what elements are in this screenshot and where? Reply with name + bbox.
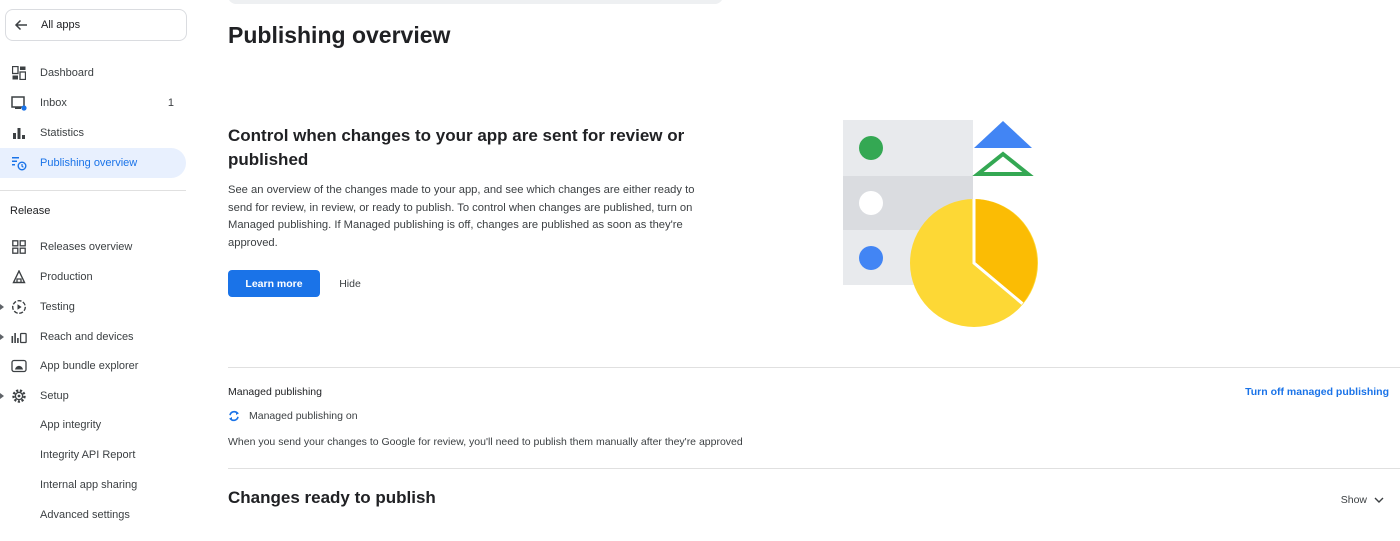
sidebar-item-label: App bundle explorer (40, 360, 139, 372)
sidebar-item-label: Publishing overview (40, 157, 138, 169)
sidebar-item-label: Statistics (40, 127, 85, 139)
sidebar-item-label: Reach and devices (40, 331, 134, 343)
sidebar-item-app-bundle-explorer[interactable]: App bundle explorer (0, 351, 186, 381)
sidebar-item-label: Setup (40, 390, 69, 402)
changes-ready-title: Changes ready to publish (228, 488, 436, 507)
statistics-icon (11, 125, 27, 141)
sidebar-subitem-internal-app-sharing[interactable]: Internal app sharing (40, 479, 137, 491)
managed-publishing-description: When you send your changes to Google for… (228, 436, 743, 448)
reach-devices-icon (11, 329, 27, 345)
hero-title: Control when changes to your app are sen… (228, 126, 685, 169)
chevron-down-icon (1374, 497, 1384, 503)
managed-publishing-status: Managed publishing on (228, 410, 358, 422)
sidebar-item-publishing-overview[interactable]: Publishing overview (0, 148, 186, 178)
sidebar: All apps Dashboard Inbox 1 Statistics Pu… (0, 0, 195, 541)
publishing-overview-icon (11, 155, 27, 171)
show-label: Show (1340, 494, 1367, 506)
expand-caret-icon (0, 334, 4, 340)
sidebar-item-label: Dashboard (40, 67, 94, 79)
testing-icon (11, 299, 27, 315)
sidebar-item-releases-overview[interactable]: Releases overview (0, 232, 186, 262)
hero-description: See an overview of the changes made to y… (228, 184, 695, 249)
learn-more-button[interactable]: Learn more (228, 270, 320, 297)
collapse-caret-icon (0, 393, 4, 399)
search-bar-edge[interactable] (228, 0, 723, 4)
setup-gear-icon (11, 388, 27, 404)
inbox-icon (11, 95, 27, 111)
sidebar-subitem-integrity-api-report[interactable]: Integrity API Report (40, 449, 135, 461)
sidebar-item-reach-and-devices[interactable]: Reach and devices (0, 322, 186, 352)
publishing-illustration (843, 120, 1038, 327)
sync-icon (229, 410, 239, 422)
releases-overview-icon (11, 239, 27, 255)
sidebar-item-label: Testing (40, 301, 75, 313)
main-content: Publishing overview Control when changes… (228, 0, 1400, 541)
arrow-back-icon (14, 19, 27, 31)
release-section-label: Release (10, 205, 51, 217)
managed-publishing-status-label: Managed publishing on (249, 410, 358, 422)
sidebar-subitem-advanced-settings[interactable]: Advanced settings (40, 509, 130, 521)
sidebar-item-production[interactable]: Production (0, 262, 186, 292)
page-title: Publishing overview (228, 22, 451, 48)
dashboard-icon (11, 65, 27, 81)
sidebar-item-label: Inbox (40, 97, 67, 109)
sidebar-item-label: Releases overview (40, 241, 133, 253)
sidebar-item-label: Production (40, 271, 93, 283)
all-apps-button[interactable]: All apps (5, 9, 187, 41)
hide-button[interactable]: Hide (332, 270, 368, 297)
section-divider (228, 367, 1400, 368)
sidebar-subitem-app-integrity[interactable]: App integrity (40, 419, 101, 431)
inbox-count-badge: 1 (167, 97, 174, 109)
managed-publishing-title: Managed publishing (228, 386, 322, 398)
production-icon (11, 269, 27, 285)
sidebar-item-inbox[interactable]: Inbox 1 (0, 88, 186, 118)
expand-caret-icon (0, 304, 4, 310)
sidebar-item-testing[interactable]: Testing (0, 292, 186, 322)
sidebar-item-setup[interactable]: Setup (0, 381, 186, 411)
sidebar-divider (0, 190, 186, 191)
show-toggle-button[interactable]: Show (1341, 494, 1384, 506)
app-bundle-icon (11, 358, 27, 374)
all-apps-label: All apps (41, 19, 81, 31)
section-divider (228, 468, 1400, 469)
sidebar-item-statistics[interactable]: Statistics (0, 118, 186, 148)
sidebar-item-dashboard[interactable]: Dashboard (0, 58, 186, 88)
turn-off-managed-publishing-link[interactable]: Turn off managed publishing (1245, 386, 1389, 398)
